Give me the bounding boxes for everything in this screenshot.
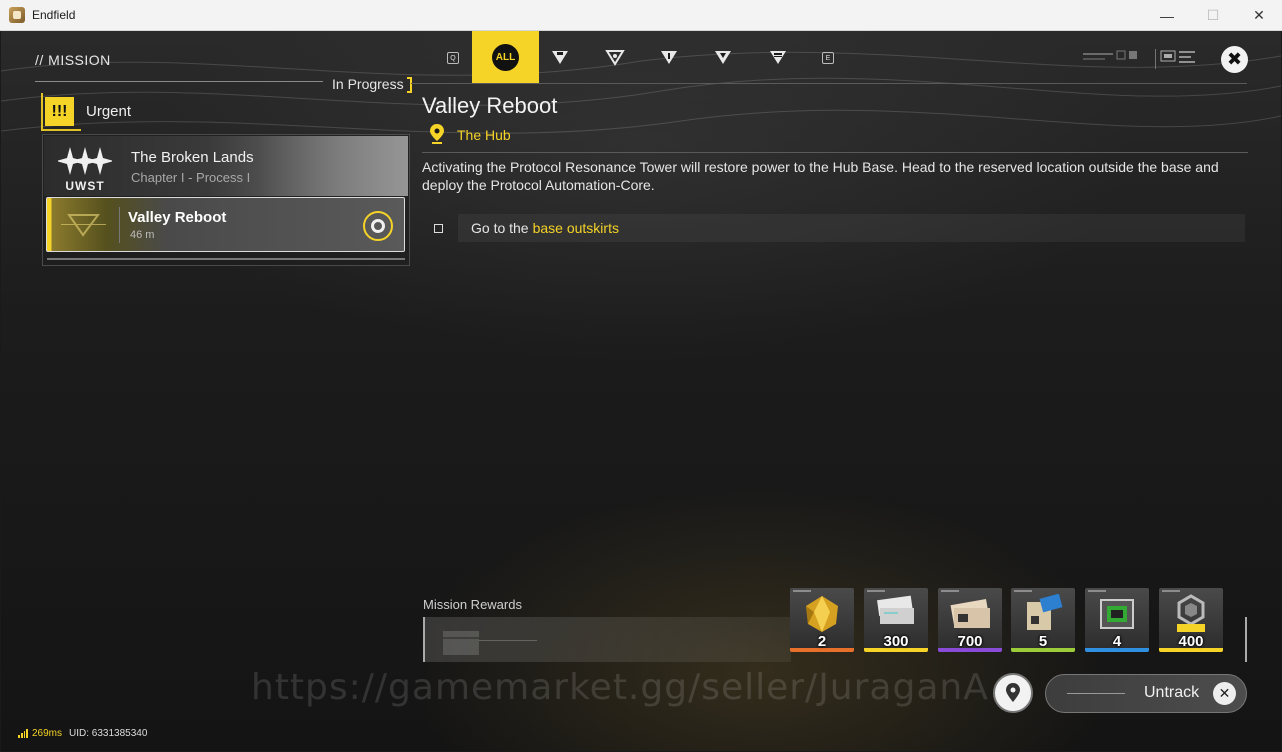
rewards-track-line: [479, 640, 537, 641]
objective-highlight: base outskirts: [532, 220, 619, 236]
close-window-button[interactable]: ✕: [1236, 0, 1282, 31]
reward-count: 300: [883, 633, 909, 650]
equipment-crate-icon: [1100, 599, 1134, 629]
untrack-close-icon: ✕: [1213, 682, 1236, 705]
location-pin-icon: [430, 124, 444, 144]
reward-count: 4: [1112, 633, 1122, 650]
header-divider: [35, 81, 323, 82]
chapter-subtitle: Chapter I - Process I: [131, 170, 251, 185]
window-controls: — ☐ ✕: [1144, 0, 1282, 31]
reward-item[interactable]: 700: [938, 588, 1002, 652]
quest-emblem-icon: [61, 214, 106, 237]
objective-checkbox: [434, 224, 443, 233]
close-mission-button[interactable]: ✖: [1221, 46, 1248, 73]
urgent-mission-icon[interactable]: [659, 48, 679, 66]
uwst-logo: UWST: [57, 138, 113, 193]
objective-row: Go to the base outskirts: [458, 214, 1245, 242]
mission-screen: // MISSION In Progress Q ALL E ✖ !!! Urg…: [1, 31, 1281, 751]
daily-mission-icon[interactable]: [713, 48, 733, 66]
quest-separator: [119, 207, 120, 243]
tab-all[interactable]: ALL: [472, 31, 539, 83]
detail-divider: [422, 152, 1248, 153]
urgent-icon: !!!: [45, 97, 74, 126]
objective-text: Go to the: [471, 220, 529, 236]
section-title: // MISSION: [35, 52, 111, 68]
hud-decoration: [1083, 50, 1137, 60]
reward-item[interactable]: 400: [1159, 588, 1223, 652]
chapter-banner-art: [258, 136, 408, 196]
mission-description: Activating the Protocol Resonance Tower …: [422, 159, 1219, 193]
filter-bracket: [407, 77, 412, 93]
list-bottom-divider: [47, 258, 405, 260]
group-label[interactable]: Urgent: [86, 103, 131, 120]
gold-crystal-icon: [806, 596, 838, 632]
reward-item[interactable]: 4: [1085, 588, 1149, 652]
minimize-button[interactable]: —: [1144, 0, 1190, 31]
app-icon: [9, 7, 25, 23]
rewards-label: Mission Rewards: [423, 597, 522, 612]
reward-item[interactable]: 5: [1011, 588, 1075, 652]
next-tab-key[interactable]: E: [822, 52, 834, 64]
prev-tab-key[interactable]: Q: [447, 52, 459, 64]
detail-divider-top: [411, 83, 1247, 84]
ping-value: 269ms: [32, 728, 63, 739]
tracking-icon[interactable]: [363, 211, 393, 241]
untrack-label: Untrack: [1144, 684, 1200, 701]
exp-icon: [1177, 594, 1205, 632]
hud-mini-panel: [1155, 49, 1195, 69]
reward-count: 5: [1038, 633, 1048, 650]
exp-record-icon: [1027, 594, 1063, 630]
side-mission-icon[interactable]: [605, 48, 625, 66]
mission-location: The Hub: [457, 127, 511, 143]
filter-label[interactable]: In Progress: [332, 76, 404, 92]
reward-item[interactable]: 300: [864, 588, 928, 652]
status-footer: 269ms UID: 6331385340: [18, 728, 147, 739]
quest-title: Valley Reboot: [128, 209, 227, 226]
maximize-button[interactable]: ☐: [1190, 0, 1236, 31]
tracking-icon-core: [371, 219, 385, 233]
main-mission-icon[interactable]: [550, 48, 570, 66]
event-mission-icon[interactable]: [768, 48, 788, 66]
rewards-track-end: [1245, 617, 1247, 662]
uwst-star-icon: [58, 147, 112, 175]
window-title: Endfield: [32, 8, 76, 22]
signal-icon: [18, 729, 28, 738]
credit-bundle-icon: [950, 599, 990, 628]
rewards-chest-icon: [443, 631, 479, 655]
untrack-decoration-line: [1067, 693, 1125, 694]
map-pin-icon: [1006, 683, 1020, 702]
reward-item[interactable]: 2: [790, 588, 854, 652]
uid-value: UID: 6331385340: [69, 728, 148, 739]
ticket-bundle-icon: [877, 595, 914, 624]
reward-count: 400: [1178, 633, 1204, 650]
locate-mission-button[interactable]: [993, 673, 1033, 713]
tab-all-label: ALL: [492, 43, 519, 71]
reward-count: 700: [957, 633, 983, 650]
reward-count: 2: [817, 633, 827, 650]
mission-title: Valley Reboot: [422, 93, 558, 118]
watermark: https://gamemarket.gg/seller/JuraganAk: [251, 667, 991, 708]
window-titlebar: Endfield — ☐ ✕: [0, 0, 1282, 31]
quest-distance: 46 m: [130, 229, 155, 241]
chapter-title: The Broken Lands: [131, 149, 254, 166]
uwst-logo-text: UWST: [65, 179, 105, 193]
